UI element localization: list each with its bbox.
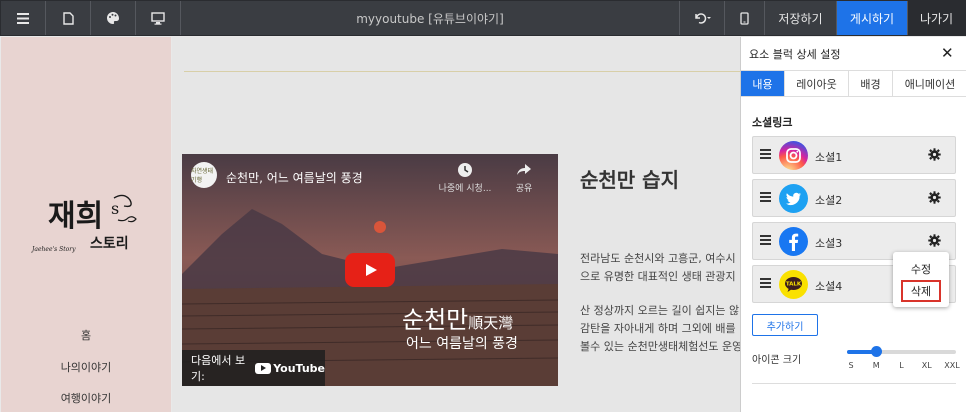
menu-button[interactable] — [1, 1, 46, 35]
monitor-icon — [151, 11, 165, 25]
drag-handle-icon[interactable] — [760, 278, 771, 288]
gear-icon[interactable] — [928, 148, 941, 161]
size-tick-s[interactable]: S — [848, 361, 853, 370]
social-label: 소셜1 — [815, 151, 843, 164]
paragraph-line: 산 정상까지 오르는 길이 쉽지는 않 — [580, 304, 740, 317]
palette-icon — [107, 12, 120, 24]
menu-icon — [17, 12, 29, 24]
social-context-menu: 수정 삭제 — [893, 252, 949, 307]
paragraph-line: 볼수 있는 순천만생태체험선도 운영 — [580, 340, 740, 353]
share-label: 공유 — [515, 184, 533, 194]
instagram-icon — [779, 141, 808, 170]
divider-line — [184, 71, 740, 72]
paragraph-line: 전라남도 순천시와 고흥군, 여수시 — [580, 252, 736, 265]
article-paragraph-2: 산 정상까지 오르는 길이 쉽지는 않 감탄을 자아내게 하며 그외에 배를 볼… — [580, 302, 740, 356]
tab-layout[interactable]: 레이아웃 — [785, 71, 849, 96]
undo-button[interactable] — [679, 1, 724, 35]
svg-text:재희: 재희 — [48, 199, 103, 234]
section-label: 소셜링크 — [752, 116, 793, 129]
social-row-1[interactable]: 소셜1 — [752, 136, 956, 174]
paragraph-line: 으로 유명한 대표적인 생태 관광지 — [580, 270, 736, 283]
article-paragraph-1: 전라남도 순천시와 고흥군, 여수시 으로 유명한 대표적인 생태 관광지 — [580, 250, 740, 286]
svg-text:Jaehee's Story: Jaehee's Story — [30, 246, 76, 253]
exit-button[interactable]: 나가기 — [907, 1, 965, 35]
nav-my-story[interactable]: 나의이야기 — [1, 359, 171, 375]
facebook-icon — [779, 227, 808, 256]
social-label: 소셜3 — [815, 237, 843, 250]
youtube-brand-text: YouTube — [273, 361, 325, 375]
svg-text:s: s — [111, 199, 119, 218]
nav-travel-story[interactable]: 여행이야기 — [1, 390, 171, 406]
drag-handle-icon[interactable] — [760, 235, 771, 245]
video-overlay-subtitle: 어느 여름날의 풍경 — [406, 336, 518, 352]
panel-title: 요소 블럭 상세 설정 — [749, 48, 841, 61]
mobile-icon — [740, 11, 749, 25]
size-tick-xl[interactable]: XL — [922, 361, 932, 370]
page-button[interactable] — [46, 1, 91, 35]
svg-text:TALK: TALK — [786, 282, 802, 288]
drag-handle-icon[interactable] — [760, 149, 771, 159]
divider-line — [752, 383, 956, 384]
size-tick-l[interactable]: L — [899, 361, 903, 370]
watch-on-label: 다음에서 보기: — [191, 354, 246, 383]
svg-text:스토리: 스토리 — [90, 236, 129, 252]
menu-edit[interactable]: 수정 — [893, 261, 949, 277]
watch-later-label: 나중에 시청... — [438, 184, 492, 194]
publish-button[interactable]: 게시하기 — [836, 1, 907, 35]
video-overlay-title: 순천만順天灣 — [402, 300, 513, 335]
save-button[interactable]: 저장하기 — [764, 1, 836, 35]
site-sidebar: 재희 s 스토리 Jaehee's Story 홈 나의이야기 여행이야기 — [1, 37, 171, 412]
share-button[interactable]: 공유 — [507, 162, 541, 194]
play-icon — [366, 264, 377, 276]
youtube-video-embed[interactable]: 자연생태기행 순천만, 어느 여름날의 풍경 나중에 시청... 공유 순천만順… — [182, 154, 558, 386]
social-label: 소셜4 — [815, 280, 843, 293]
undo-icon — [695, 13, 711, 24]
site-logo[interactable]: 재희 s 스토리 Jaehee's Story — [28, 178, 146, 270]
icon-size-slider[interactable] — [847, 346, 956, 357]
play-button[interactable] — [345, 253, 395, 287]
kakaotalk-icon: TALK — [779, 270, 808, 299]
tab-content[interactable]: 내용 — [741, 71, 785, 96]
size-tick-xxl[interactable]: XXL — [944, 361, 959, 370]
icon-size-label: 아이콘 크기 — [752, 355, 802, 366]
add-social-button[interactable]: 추가하기 — [752, 314, 818, 336]
monitor-button[interactable] — [136, 1, 181, 35]
social-label: 소셜2 — [815, 194, 843, 207]
size-tick-m[interactable]: M — [873, 361, 880, 370]
menu-delete[interactable]: 삭제 — [901, 280, 941, 302]
tab-background[interactable]: 배경 — [849, 71, 893, 96]
overlay-hanja: 順天灣 — [468, 314, 514, 332]
gear-icon[interactable] — [928, 234, 941, 247]
block-settings-panel: 요소 블럭 상세 설정 ✕ 내용 레이아웃 배경 애니메이션 소셜링크 소셜1 … — [740, 37, 966, 412]
watch-on-youtube-button[interactable]: 다음에서 보기: YouTube — [182, 350, 325, 386]
slider-thumb[interactable] — [871, 346, 883, 357]
close-icon[interactable]: ✕ — [941, 44, 954, 62]
site-title: myyoutube [유튜브이야기] — [356, 11, 504, 26]
youtube-icon — [255, 362, 272, 374]
gear-icon[interactable] — [928, 191, 941, 204]
clock-icon — [458, 163, 472, 177]
social-row-2[interactable]: 소셜2 — [752, 179, 956, 217]
youtube-logo: YouTube — [255, 362, 325, 375]
mobile-preview-button[interactable] — [724, 1, 764, 35]
channel-avatar[interactable]: 자연생태기행 — [191, 162, 217, 188]
settings-tabs: 내용 레이아웃 배경 애니메이션 — [741, 70, 966, 97]
share-icon — [517, 164, 531, 175]
tab-animation[interactable]: 애니메이션 — [893, 71, 966, 96]
watch-later-button[interactable]: 나중에 시청... — [435, 162, 495, 194]
content-area: 자연생태기행 순천만, 어느 여름날의 풍경 나중에 시청... 공유 순천만順… — [172, 37, 740, 412]
editor-toolbar: myyoutube [유튜브이야기] 저장하기 게시하기 나가기 — [0, 0, 966, 36]
twitter-icon — [779, 184, 808, 213]
nav-home[interactable]: 홈 — [1, 327, 171, 343]
video-title[interactable]: 순천만, 어느 여름날의 풍경 — [226, 169, 363, 186]
palette-button[interactable] — [91, 1, 136, 35]
page-icon — [62, 11, 74, 25]
overlay-main: 순천만 — [402, 306, 469, 334]
article-title: 순천만 습지 — [580, 168, 679, 192]
paragraph-line: 감탄을 자아내게 하며 그외에 배를 — [580, 322, 736, 335]
drag-handle-icon[interactable] — [760, 192, 771, 202]
